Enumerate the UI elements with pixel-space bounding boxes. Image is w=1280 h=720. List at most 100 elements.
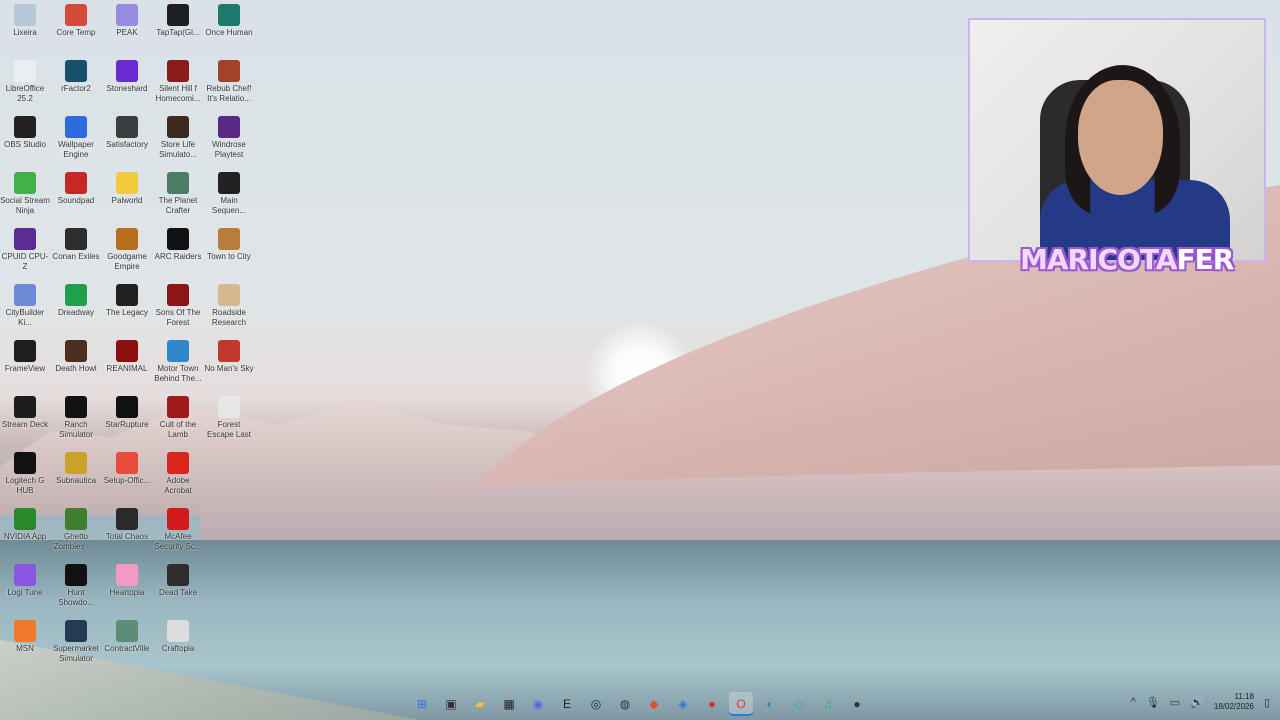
desktop-icon[interactable]: Ranch Simulator [51,392,101,446]
desktop-icon[interactable]: Supermarket Simulator [51,616,101,670]
volume-icon[interactable]: 🔊 [1190,696,1204,709]
opera-button[interactable]: O [729,692,753,716]
desktop-icon[interactable]: Core Temp [51,0,101,54]
desktop-icon[interactable]: Palworld [102,168,152,222]
desktop-icon[interactable]: Logi Tune [0,560,50,614]
desktop-icon[interactable]: TapTap(Gl... [153,0,203,54]
desktop-icon[interactable]: PEAK [102,0,152,54]
desktop-icon[interactable]: Logitech G HUB [0,448,50,502]
desktop-icon[interactable]: Sons Of The Forest [153,280,203,334]
desktop-icon[interactable]: MSN [0,616,50,670]
desktop-icon-label: Setup-Offic... [103,476,151,485]
desktop-icon[interactable]: Death Howl [51,336,101,390]
chaos-icon [116,508,138,530]
desktop-icon[interactable]: Dreadway [51,280,101,334]
network-icon[interactable]: ▭ [1170,696,1180,709]
desktop-icon[interactable]: Forest Escape Last Train P... [204,392,254,446]
desktop-icon[interactable]: Heartopia [102,560,152,614]
satisfactory-icon [116,116,138,138]
desktop-icon[interactable]: Town to City [204,224,254,278]
app-button[interactable]: ◈ [671,692,695,716]
desktop-icon[interactable]: CPUID CPU-Z [0,224,50,278]
desktop-icon[interactable]: Stream Deck [0,392,50,446]
desktop-icon[interactable]: Satisfactory [102,112,152,166]
chrome-icon: ● [708,697,716,711]
chrome-button[interactable]: ● [700,692,724,716]
edge-button[interactable]: ◐ [758,692,782,716]
desktop-icon-label: LibreOffice 25.2 [5,84,45,103]
desktop-icon[interactable]: rFactor2 [51,56,101,110]
desktop-icon[interactable]: Main Sequen... [204,168,254,222]
desktop-icon[interactable]: OBS Studio [0,112,50,166]
desktop-icon[interactable]: Wallpaper Engine [51,112,101,166]
frameview-icon [14,340,36,362]
desktop-icon[interactable]: FrameView [0,336,50,390]
clock[interactable]: 11:18 18/02/2026 [1214,692,1254,712]
desktop-icon-label: Store Life Simulato... [159,140,197,159]
desktop-icon[interactable]: Conan Exiles [51,224,101,278]
desktop-icon[interactable]: Craftopia [153,616,203,670]
desktop-icon[interactable]: Dead Take [153,560,203,614]
obs-button[interactable]: ◍ [613,692,637,716]
silent-hill-icon [167,60,189,82]
desktop-icon[interactable]: Stoneshard [102,56,152,110]
desktop-icon[interactable]: REANIMAL [102,336,152,390]
cpu-icon [14,228,36,250]
zombie-icon [65,508,87,530]
tray-chevron-icon[interactable]: ^ [1131,696,1136,708]
desktop-icon[interactable]: Adobe Acrobat [153,448,203,502]
desktop-icon[interactable]: Cult of the Lamb [153,392,203,446]
desktop-icon[interactable]: The Legacy [102,280,152,334]
steam-button[interactable]: ◎ [584,692,608,716]
legacy-icon [116,284,138,306]
epic-games-button[interactable]: E [555,692,579,716]
desktop-icon-label: Once Human [205,28,253,37]
app3-button[interactable]: ● [845,692,869,716]
desktop-icon[interactable]: Windrose Playtest [204,112,254,166]
desktop-icon[interactable]: Soundpad [51,168,101,222]
document-icon [14,60,36,82]
microphone-icon[interactable]: 🎙 [1146,696,1160,709]
desktop-icon[interactable]: NVIDIA App [0,504,50,558]
desktop-icon[interactable]: CityBuilder Ki... [0,280,50,334]
brave-button[interactable]: ◆ [642,692,666,716]
discord-button[interactable]: ◉ [526,692,550,716]
desktop-icon[interactable]: Subnautica [51,448,101,502]
desktop-icon[interactable]: Silent Hill f Homecomi... [153,56,203,110]
desktop-icon[interactable]: McAfee Security Sc... [153,504,203,558]
msn-icon [14,620,36,642]
desktop-icon[interactable]: Motor Town Behind The... [153,336,203,390]
desktop-icon[interactable]: Hunt Showdo... [51,560,101,614]
subnautica-icon [65,452,87,474]
desktop-icon-label: Palworld [111,196,143,205]
desktop-icon[interactable]: ContractVille [102,616,152,670]
spotify-button[interactable]: ♫ [816,692,840,716]
app2-button[interactable]: ◇ [787,692,811,716]
spotify-icon: ♫ [823,697,833,711]
desktop-icon-label: NVIDIA App [3,532,47,541]
logitech-icon [14,452,36,474]
desktop-icon[interactable]: Goodgame Empire [102,224,152,278]
desktop-icon[interactable]: Rebub Chef! It's Relatio... [204,56,254,110]
desktop-icon[interactable]: No Man's Sky [204,336,254,390]
howl-icon [65,340,87,362]
stream-deck-button[interactable]: ▦ [497,692,521,716]
desktop-icon[interactable]: LibreOffice 25.2 [0,56,50,110]
file-explorer-button[interactable]: ▰ [468,692,492,716]
desktop-icon[interactable]: Total Chaos [102,504,152,558]
desktop-icon[interactable]: Store Life Simulato... [153,112,203,166]
task-view-button[interactable]: ▣ [439,692,463,716]
desktop-icon[interactable]: ARC Raiders [153,224,203,278]
notification-icon[interactable]: ▯ [1264,696,1270,709]
desktop-icon[interactable]: Ghetto Zombies - ... [51,504,101,558]
desktop-icon[interactable]: The Planet Crafter [153,168,203,222]
desktop-icon[interactable]: Roadside Research [204,280,254,334]
start-button[interactable]: ⊞ [410,692,434,716]
folder-icon: ▰ [475,697,485,711]
desktop-icon[interactable]: StarRupture [102,392,152,446]
desktop-icon[interactable]: Lixeira [0,0,50,54]
app2-icon: ◇ [794,697,804,711]
desktop-icon[interactable]: Once Human [204,0,254,54]
desktop-icon[interactable]: Social Stream Ninja [0,168,50,222]
desktop-icon[interactable]: Setup-Offic... [102,448,152,502]
